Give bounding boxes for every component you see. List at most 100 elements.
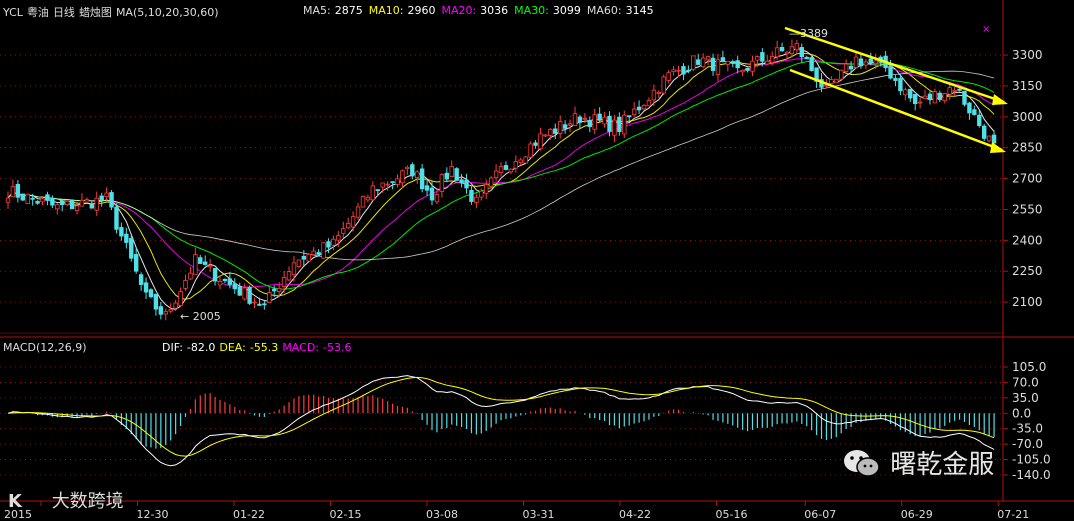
candle-body-184 xyxy=(912,94,918,104)
candle-body-52 xyxy=(262,303,267,306)
candle-body-84 xyxy=(419,168,425,190)
candle-body-82 xyxy=(410,164,415,177)
candle-body-80 xyxy=(400,170,405,184)
candle-body-107 xyxy=(533,142,538,146)
candle-body-90 xyxy=(449,165,454,177)
candle-body-50 xyxy=(252,301,257,304)
candle-body-168 xyxy=(834,78,839,84)
candle-body-124 xyxy=(617,116,622,133)
candle-body-74 xyxy=(370,185,376,201)
candle-body-153 xyxy=(760,52,765,62)
candle-body-189 xyxy=(937,92,943,101)
dea-value: -55.3 xyxy=(249,341,279,354)
price-tick-label-8: 2100 xyxy=(1012,295,1043,309)
ma-value-1: 2960 xyxy=(407,4,436,17)
time-tick-label-6: 04-22 xyxy=(619,508,651,521)
candle-body-146 xyxy=(725,60,731,65)
macd-tick-label-2: 35.0 xyxy=(1012,391,1039,405)
candle-body-32 xyxy=(163,311,168,315)
macd-tick-label-7: -140.0 xyxy=(1012,468,1051,482)
candle-body-136 xyxy=(676,69,681,72)
candle-body-160 xyxy=(794,43,800,51)
candle-body-95 xyxy=(474,196,479,203)
candle-body-4 xyxy=(25,193,30,204)
candle-body-151 xyxy=(750,60,755,72)
time-tick-label-8: 06-07 xyxy=(804,508,836,521)
candle-body-34 xyxy=(173,302,178,309)
candle-body-191 xyxy=(947,87,952,95)
time-tick-label-9: 06-29 xyxy=(901,508,933,521)
ma-label-2: MA20: xyxy=(441,4,477,17)
candle-body-161 xyxy=(799,47,804,58)
candle-body-87 xyxy=(434,194,440,203)
candle-body-97 xyxy=(484,184,489,194)
candle-body-185 xyxy=(917,101,923,104)
candle-body-169 xyxy=(839,69,844,80)
candle-body-72 xyxy=(360,196,366,208)
candle-body-12 xyxy=(64,200,70,205)
candle-body-144 xyxy=(715,59,721,75)
candle-body-1 xyxy=(10,186,16,198)
candle-body-129 xyxy=(641,104,647,110)
time-tick-label-1: 12-30 xyxy=(137,508,169,521)
candle-body-65 xyxy=(326,241,331,248)
candle-body-92 xyxy=(459,179,464,184)
candle-body-67 xyxy=(336,235,341,241)
period-label: 日线 xyxy=(52,6,75,19)
candle-body-113 xyxy=(562,124,568,129)
stock-chart[interactable]: 3300 3150 3000 2850 2700 2550 2400 2250 2100 105.… xyxy=(0,0,1074,521)
candle-body-75 xyxy=(375,189,380,191)
candle-body-31 xyxy=(158,306,164,315)
candle-body-141 xyxy=(700,57,706,68)
macd-tick-label-6: -105.0 xyxy=(1012,453,1051,467)
candle-body-139 xyxy=(691,55,696,70)
candle-body-99 xyxy=(493,170,499,178)
candle-body-7 xyxy=(40,198,45,203)
price-tick-label-4: 2700 xyxy=(1012,172,1043,186)
time-tick-label-2: 01-22 xyxy=(233,508,265,521)
price-tick-label-2: 3000 xyxy=(1012,110,1043,124)
candle-body-28 xyxy=(143,282,149,293)
candle-body-187 xyxy=(927,93,933,100)
low-annotation: ← 2005 xyxy=(180,310,221,323)
candle-body-60 xyxy=(301,255,307,260)
candle-body-64 xyxy=(321,242,326,259)
candle-body-9 xyxy=(50,197,55,206)
candle-body-111 xyxy=(553,128,558,134)
macd-tick-label-5: -70.0 xyxy=(1012,437,1043,451)
candle-body-37 xyxy=(188,272,193,280)
macd-tick-label-1: 70.0 xyxy=(1012,375,1039,389)
candle-body-125 xyxy=(622,114,627,135)
watermark-right: 曙乾金服 xyxy=(842,444,994,481)
candle-body-149 xyxy=(740,69,745,73)
candle-body-10 xyxy=(55,204,60,210)
candle-body-119 xyxy=(592,114,597,130)
candle-body-18 xyxy=(94,197,99,211)
macd-header-label: MACD(12,26,9) xyxy=(3,341,87,354)
candle-body-48 xyxy=(242,287,247,300)
candle-body-2 xyxy=(15,183,21,198)
candle-body-79 xyxy=(395,178,400,185)
candle-body-132 xyxy=(656,91,662,94)
candle-body-171 xyxy=(848,65,854,70)
candle-body-22 xyxy=(114,206,119,230)
wechat-icon xyxy=(842,446,882,480)
chart-header: YCL 粤油 日线 蜡烛图 MA(5,10,20,30,60) xyxy=(3,4,223,20)
candle-body-147 xyxy=(730,61,735,64)
watermark-logo-icon: K xyxy=(8,491,22,512)
candle-body-6 xyxy=(35,200,40,204)
candle-body-152 xyxy=(755,56,760,61)
candle-body-73 xyxy=(365,196,371,201)
candle-body-94 xyxy=(469,189,474,202)
candle-body-127 xyxy=(631,108,637,116)
ma-value-3: 3099 xyxy=(552,4,581,17)
candle-body-102 xyxy=(508,168,514,173)
candle-body-118 xyxy=(587,120,592,127)
candle-body-83 xyxy=(415,171,420,179)
watermark-left: K 大数跨境 xyxy=(8,491,124,512)
price-tick-label-7: 2250 xyxy=(1012,264,1043,278)
candle-body-59 xyxy=(296,259,302,267)
marker-icon: × xyxy=(982,24,990,35)
candle-body-108 xyxy=(538,133,543,150)
time-tick-label-7: 05-16 xyxy=(716,508,748,521)
